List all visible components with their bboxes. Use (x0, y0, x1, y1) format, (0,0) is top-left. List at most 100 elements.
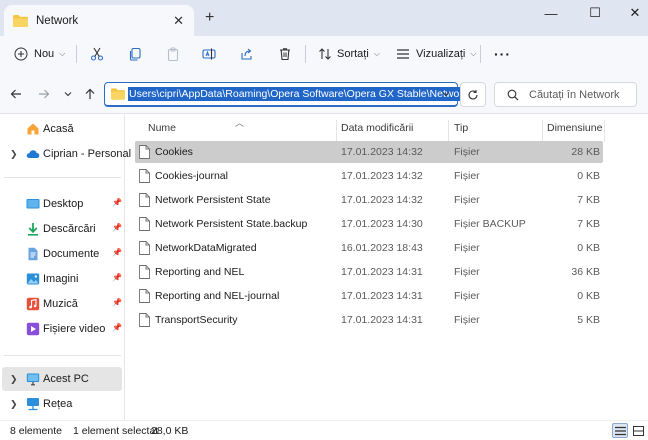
rename-icon (202, 48, 216, 60)
copy-button[interactable] (128, 44, 142, 64)
file-list: ︿ Nume Data modificării Tip Dimensiune C… (135, 114, 648, 420)
share-button[interactable] (240, 44, 254, 64)
selection-size: 28,0 KB (151, 425, 189, 437)
pin-icon[interactable]: 📌 (112, 298, 122, 307)
pin-icon[interactable]: 📌 (112, 248, 122, 257)
chevron-right-icon[interactable]: ❯ (10, 374, 18, 385)
details-view-icon (614, 426, 626, 435)
back-button[interactable] (8, 86, 24, 102)
onedrive-cloud-icon (26, 150, 40, 158)
column-header-type[interactable]: Tip (454, 122, 468, 140)
file-size: 7 KB (577, 218, 600, 230)
address-row: Users\cipri\AppData\Roaming\Opera Softwa… (0, 72, 648, 114)
status-bar: 8 elemente 1 element selectat 28,0 KB (0, 420, 648, 440)
sidebar-item-music[interactable]: Muzică 📌 (2, 292, 122, 316)
divider (76, 45, 77, 63)
divider (305, 45, 306, 63)
delete-button[interactable] (278, 44, 292, 64)
sidebar-item-pictures[interactable]: Imagini 📌 (2, 267, 122, 291)
sidebar-item-this-pc[interactable]: ❯ Acest PC (2, 367, 122, 391)
recent-locations-button[interactable] (60, 86, 76, 102)
column-header-size[interactable]: Dimensiune (547, 122, 602, 140)
sidebar-item-videos[interactable]: Fișiere video 📌 (2, 317, 122, 341)
file-row[interactable]: NetworkDataMigrated 16.01.2023 18:43 Fiș… (135, 237, 603, 259)
sidebar-item-home[interactable]: Acasă (2, 117, 122, 141)
file-row[interactable]: TransportSecurity 17.01.2023 14:31 Fișie… (135, 309, 603, 331)
paste-button[interactable] (166, 44, 180, 64)
file-size: 0 KB (577, 170, 600, 182)
rename-button[interactable] (202, 44, 216, 64)
tiles-view-icon (632, 425, 644, 436)
sort-button[interactable]: Sortați ⌵ (318, 44, 380, 64)
column-header-name[interactable]: Nume (148, 122, 176, 140)
view-button[interactable]: Vizualizați ⌵ (396, 44, 476, 64)
file-name: TransportSecurity (155, 314, 238, 326)
sidebar-item-documents[interactable]: Documente 📌 (2, 242, 122, 266)
sidebar-item-onedrive[interactable]: ❯ Ciprian - Personal (2, 142, 131, 166)
file-size: 28 KB (571, 146, 600, 158)
tab-title: Network (36, 14, 79, 27)
up-button[interactable] (82, 86, 98, 102)
address-path[interactable]: Users\cipri\AppData\Roaming\Opera Softwa… (128, 87, 470, 101)
pin-icon[interactable]: 📌 (112, 323, 122, 332)
close-window-button[interactable]: ✕ (620, 4, 648, 22)
sort-label: Sortați (337, 48, 369, 60)
minimize-button[interactable]: — (536, 4, 566, 22)
pin-icon[interactable]: 📌 (112, 198, 122, 207)
chevron-down-icon: ⌵ (59, 49, 66, 58)
command-bar: Nou ⌵ Sortați ⌵ Vizualizați ⌵ ··· (0, 36, 648, 72)
chevron-right-icon[interactable]: ❯ (10, 149, 18, 160)
column-divider[interactable] (542, 120, 543, 142)
sidebar-item-label: Descărcări (43, 223, 96, 235)
file-type: Fișier (454, 170, 480, 182)
column-divider[interactable] (604, 120, 605, 142)
file-date: 17.01.2023 14:32 (341, 146, 423, 158)
title-bar: Network ✕ + — ☐ ✕ (0, 0, 648, 36)
column-divider[interactable] (448, 120, 449, 142)
documents-icon (28, 247, 38, 261)
column-header-date[interactable]: Data modificării (341, 122, 413, 140)
file-type: Fișier BACKUP (454, 218, 526, 230)
chevron-right-icon[interactable]: ❯ (10, 399, 18, 410)
file-row[interactable]: Reporting and NEL 17.01.2023 14:31 Fișie… (135, 261, 603, 283)
sidebar-item-label: Fișiere video (43, 323, 106, 335)
refresh-icon (468, 89, 478, 99)
pictures-icon (26, 273, 40, 285)
column-divider[interactable] (336, 120, 337, 142)
refresh-button[interactable] (460, 82, 486, 107)
file-date: 17.01.2023 14:32 (341, 194, 423, 206)
folder-icon (111, 88, 125, 100)
tab-network[interactable]: Network ✕ (4, 5, 194, 36)
address-bar[interactable]: Users\cipri\AppData\Roaming\Opera Softwa… (104, 82, 470, 107)
sidebar-item-downloads[interactable]: Descărcări 📌 (2, 217, 122, 241)
pin-icon[interactable]: 📌 (112, 273, 122, 282)
sort-icon (319, 48, 331, 60)
more-options-button[interactable]: ··· (494, 44, 511, 64)
sidebar-item-network[interactable]: ❯ Rețea (2, 392, 122, 416)
sidebar-item-desktop[interactable]: Desktop 📌 (2, 192, 122, 216)
file-row[interactable]: Network Persistent State.backup 17.01.20… (135, 213, 603, 235)
file-row[interactable]: Reporting and NEL-journal 17.01.2023 14:… (135, 285, 603, 307)
new-tab-button[interactable]: + (205, 9, 214, 27)
search-box[interactable] (494, 82, 637, 107)
maximize-button[interactable]: ☐ (580, 4, 610, 22)
file-row[interactable]: Cookies-journal 17.01.2023 14:32 Fișier … (135, 165, 603, 187)
file-name: NetworkDataMigrated (155, 242, 257, 254)
cut-button[interactable] (90, 44, 104, 64)
tiles-view-button[interactable] (630, 423, 646, 438)
plus-circle-icon (14, 47, 28, 61)
videos-icon (26, 322, 40, 336)
arrow-up-icon (85, 88, 95, 99)
divider (480, 45, 481, 63)
file-row[interactable]: Network Persistent State 17.01.2023 14:3… (135, 189, 603, 211)
pin-icon[interactable]: 📌 (112, 223, 122, 232)
search-input[interactable] (529, 88, 629, 101)
forward-button[interactable] (36, 86, 52, 102)
file-row[interactable]: Cookies 17.01.2023 14:32 Fișier 28 KB (135, 141, 603, 163)
chevron-down-icon[interactable] (441, 89, 451, 99)
details-view-button[interactable] (612, 423, 628, 438)
new-button[interactable]: Nou ⌵ (14, 44, 65, 64)
tab-close-button[interactable]: ✕ (173, 13, 184, 29)
desktop-icon (26, 199, 40, 209)
navigation-pane: Acasă ❯ Ciprian - Personal Desktop 📌 Des… (0, 114, 131, 420)
